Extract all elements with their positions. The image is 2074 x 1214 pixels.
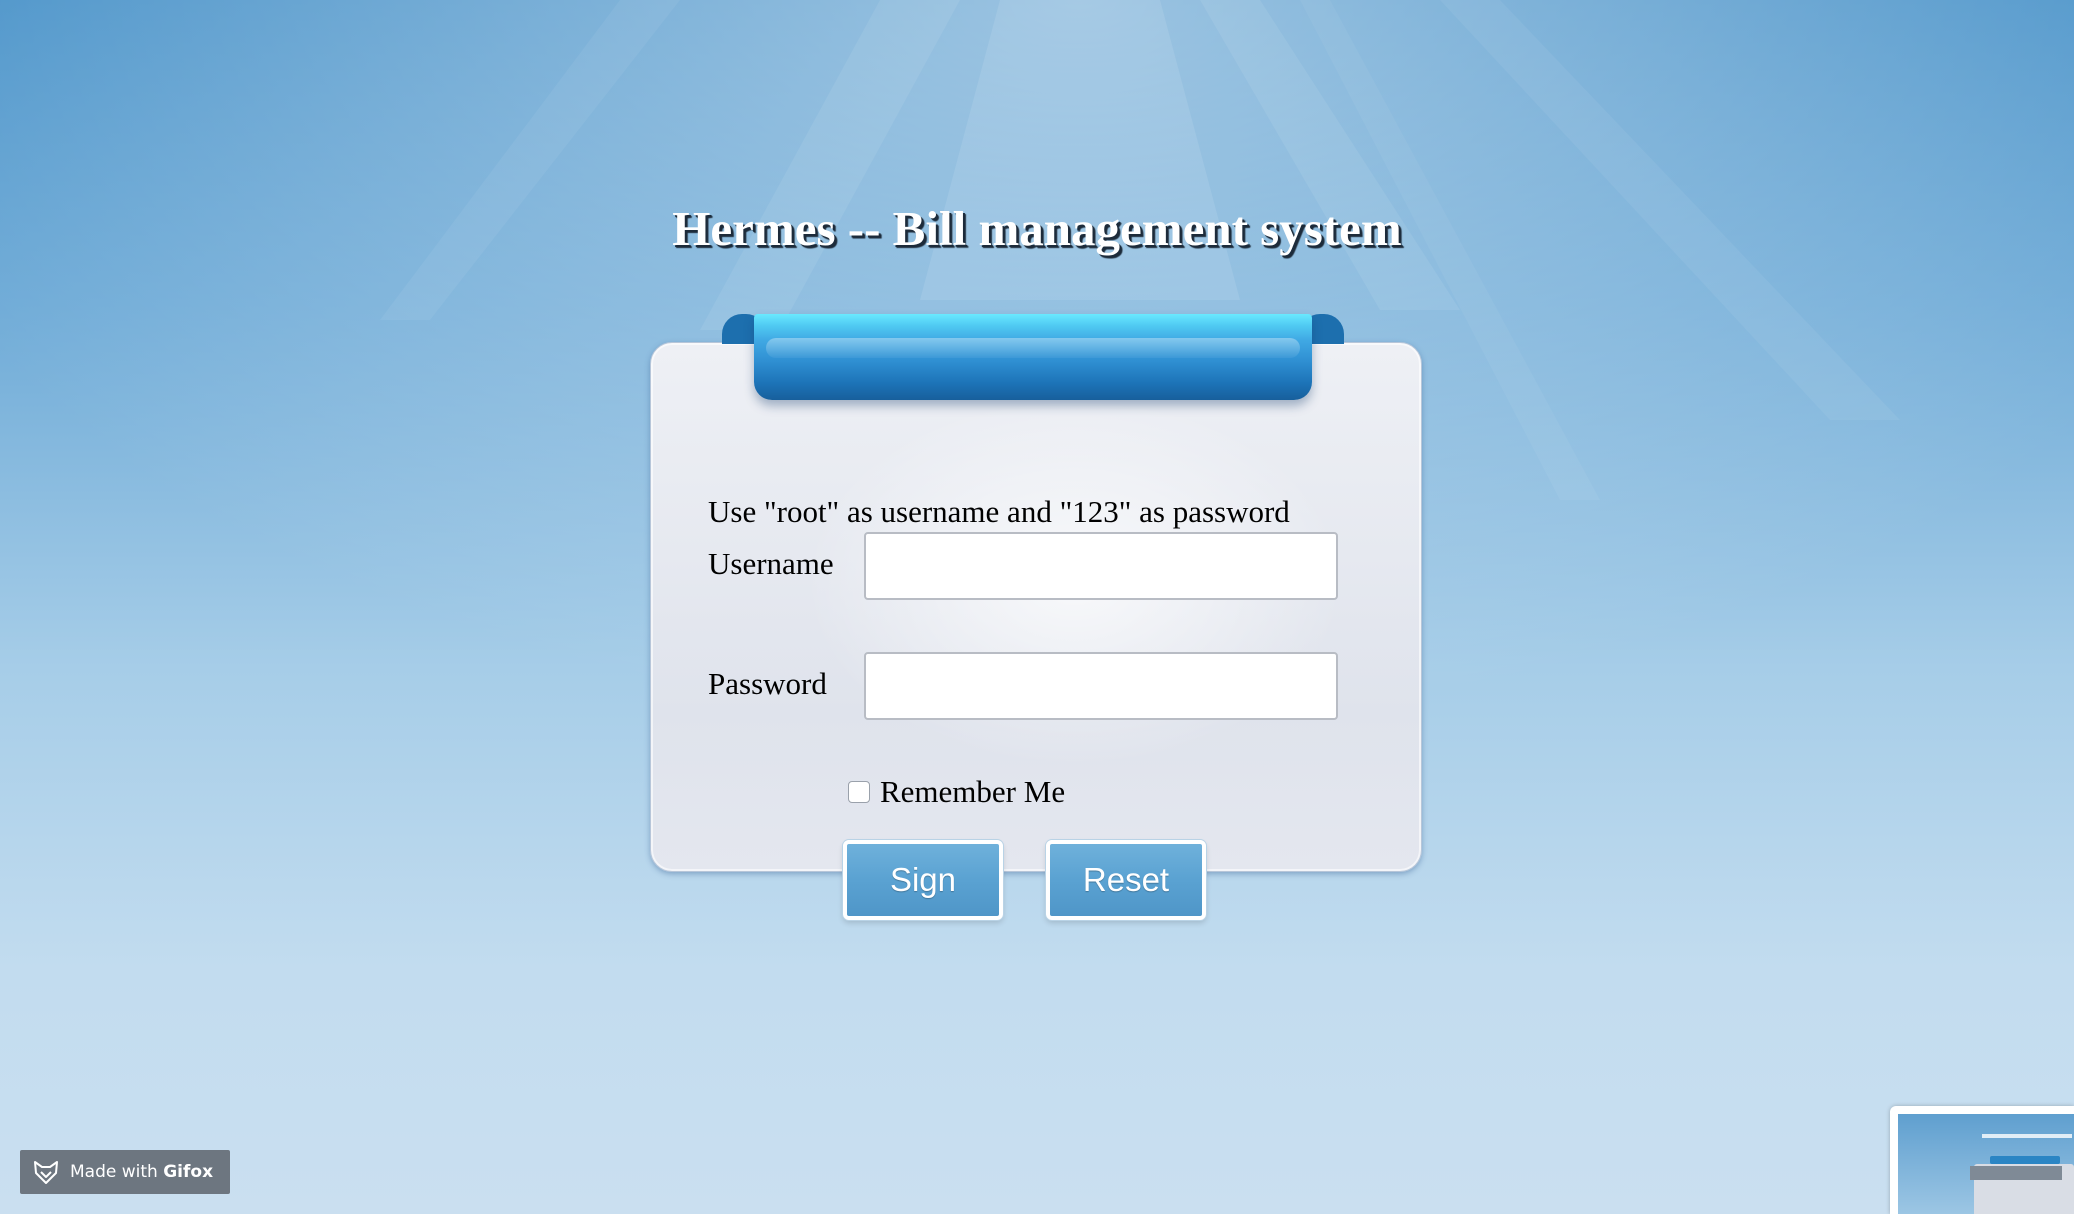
- reset-button[interactable]: Reset: [1046, 840, 1206, 920]
- password-label: Password: [708, 666, 827, 701]
- gifox-watermark-badge: Made with Gifox: [20, 1150, 230, 1194]
- credentials-hint: Use "root" as username and "123" as pass…: [708, 494, 1290, 529]
- username-input[interactable]: [864, 532, 1338, 600]
- ribbon-band: [754, 314, 1312, 400]
- thumbnail-overlay-bar: [1970, 1166, 2062, 1180]
- panel-ribbon: [722, 314, 1344, 404]
- thumbnail-ribbon: [1990, 1156, 2060, 1164]
- password-input[interactable]: [864, 652, 1338, 720]
- screenshot-thumbnail[interactable]: [1890, 1106, 2074, 1214]
- remember-me-checkbox[interactable]: [848, 781, 870, 803]
- thumbnail-title-bar: [1982, 1134, 2072, 1138]
- badge-brand: Gifox: [163, 1162, 214, 1182]
- sign-button[interactable]: Sign: [843, 840, 1003, 920]
- badge-prefix: Made with: [70, 1162, 164, 1182]
- page-title: Hermes -- Bill management system: [672, 201, 1402, 256]
- username-label: Username: [708, 546, 834, 581]
- fox-icon: [34, 1161, 58, 1184]
- gifox-badge-text: Made with Gifox: [70, 1162, 213, 1182]
- remember-me-row: Remember Me: [848, 772, 1065, 812]
- thumbnail-preview: [1898, 1114, 2074, 1214]
- remember-me-label[interactable]: Remember Me: [880, 774, 1065, 810]
